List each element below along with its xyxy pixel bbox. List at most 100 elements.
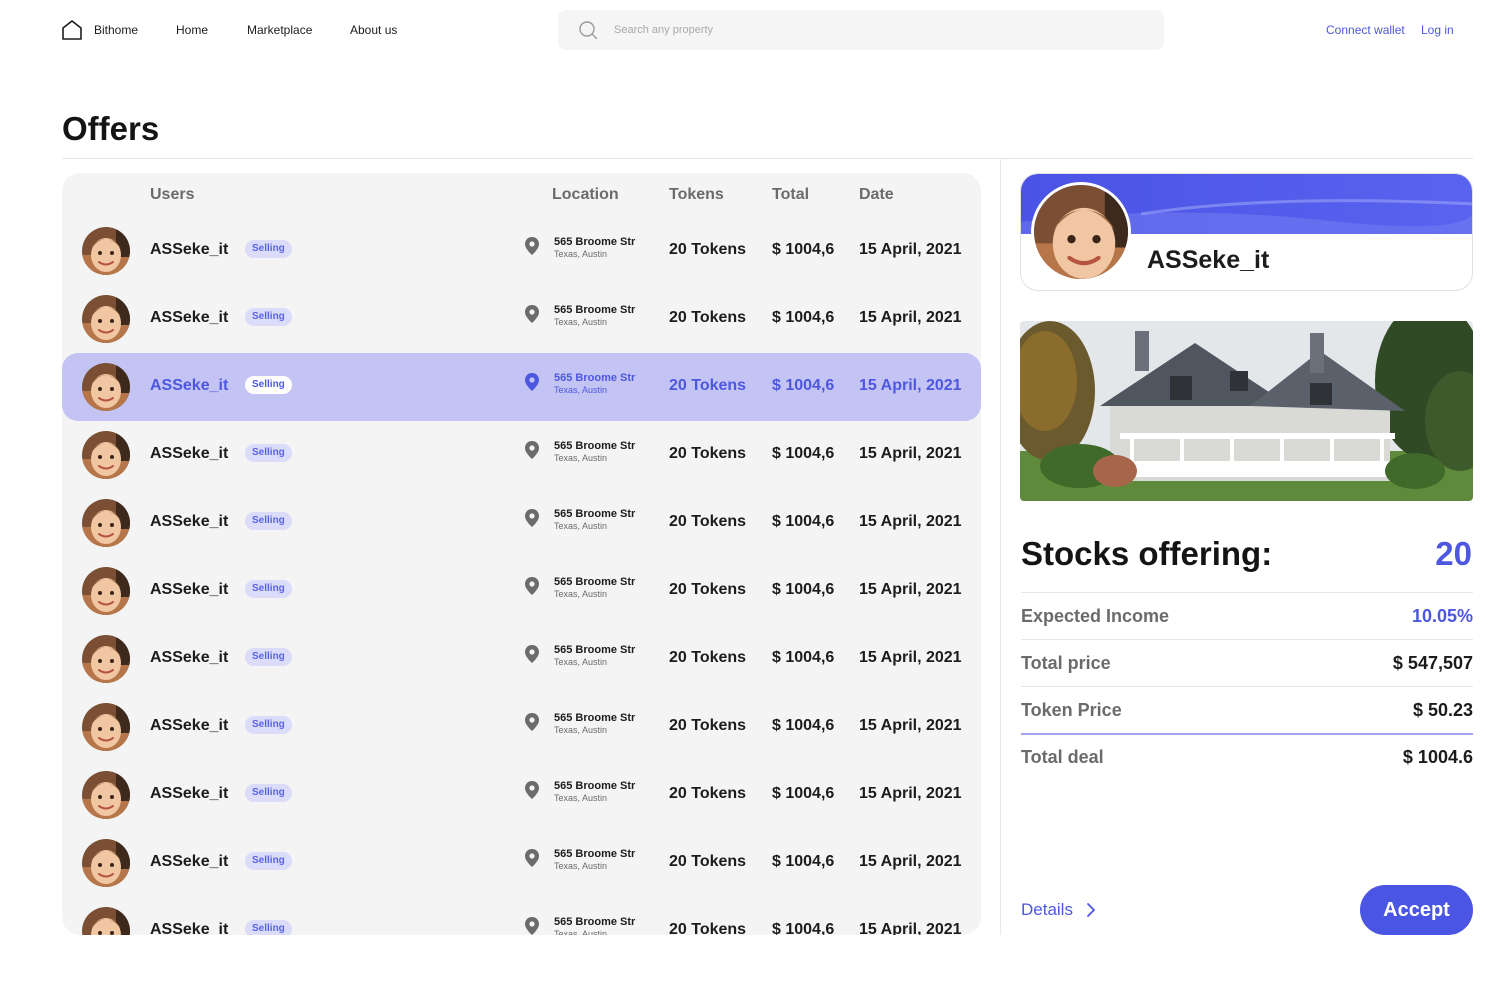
avatar	[82, 363, 130, 411]
table-row[interactable]: ASSeke_it Selling 565 Broome Str Texas, …	[62, 489, 981, 557]
location-street: 565 Broome Str	[554, 712, 636, 724]
offer-date: 15 April, 2021	[859, 581, 962, 598]
details-link[interactable]: Details	[1021, 900, 1073, 920]
table-row[interactable]: ASSeke_it Selling 565 Broome Str Texas, …	[62, 625, 981, 693]
location-street: 565 Broome Str	[554, 848, 636, 860]
stocks-offering-label: Stocks offering:	[1021, 535, 1273, 572]
table-row[interactable]: ASSeke_it Selling 565 Broome Str Texas, …	[62, 285, 981, 353]
table-row[interactable]: ASSeke_it Selling 565 Broome Str Texas, …	[62, 557, 981, 625]
divider	[62, 158, 1473, 159]
user-name[interactable]: ASSeke_it	[150, 513, 228, 531]
user-name[interactable]: ASSeke_it	[150, 785, 228, 803]
location-street: 565 Broome Str	[554, 644, 636, 656]
location-pin-icon	[525, 305, 539, 323]
token-count: 20 Tokens	[669, 717, 747, 734]
avatar	[82, 635, 130, 683]
token-count: 20 Tokens	[669, 921, 747, 935]
search-input[interactable]	[614, 10, 1134, 50]
profile-avatar	[1031, 182, 1131, 282]
location-city: Texas, Austin	[554, 317, 608, 327]
total-amount: $ 1004,6	[772, 921, 835, 935]
top-nav: Bithome Home Marketplace About us Connec…	[0, 0, 1512, 60]
token-price-label: Token Price	[1021, 700, 1122, 720]
token-count: 20 Tokens	[669, 513, 747, 530]
vertical-divider	[1000, 158, 1001, 935]
token-count: 20 Tokens	[669, 241, 747, 258]
total-amount: $ 1004,6	[772, 445, 835, 462]
offer-date: 15 April, 2021	[859, 445, 962, 462]
nav-link-about[interactable]: About us	[350, 23, 397, 37]
total-amount: $ 1004,6	[772, 785, 835, 802]
status-badge: Selling	[245, 852, 292, 870]
table-row[interactable]: ASSeke_it Selling 565 Broome Str Texas, …	[62, 693, 981, 761]
status-badge: Selling	[245, 444, 292, 462]
table-row[interactable]: ASSeke_it Selling 565 Broome Str Texas, …	[62, 421, 981, 489]
total-amount: $ 1004,6	[772, 581, 835, 598]
user-name[interactable]: ASSeke_it	[150, 377, 228, 395]
brand-name[interactable]: Bithome	[94, 23, 138, 37]
connect-wallet-link[interactable]: Connect wallet	[1326, 23, 1405, 37]
profile-name: ASSeke_it	[1147, 246, 1270, 274]
offer-date: 15 April, 2021	[859, 717, 962, 734]
table-row[interactable]: ASSeke_it Selling 565 Broome Str Texas, …	[62, 353, 981, 421]
table-row[interactable]: ASSeke_it Selling 565 Broome Str Texas, …	[62, 761, 981, 829]
total-price-value: $ 547,507	[1392, 653, 1473, 673]
login-link[interactable]: Log in	[1421, 23, 1454, 37]
avatar	[82, 567, 130, 615]
total-amount: $ 1004,6	[772, 853, 835, 870]
home-logo-icon[interactable]	[61, 19, 83, 41]
location-city: Texas, Austin	[554, 453, 608, 463]
nav-link-home[interactable]: Home	[176, 23, 208, 37]
header-date: Date	[859, 186, 894, 203]
total-amount: $ 1004,6	[772, 717, 835, 734]
status-badge: Selling	[245, 920, 292, 935]
token-count: 20 Tokens	[669, 649, 747, 666]
location-street: 565 Broome Str	[554, 236, 636, 248]
location-street: 565 Broome Str	[554, 304, 636, 316]
accept-button[interactable]: Accept	[1360, 885, 1473, 935]
user-name[interactable]: ASSeke_it	[150, 853, 228, 871]
total-amount: $ 1004,6	[772, 309, 835, 326]
location-pin-icon	[525, 373, 539, 391]
location-pin-icon	[525, 781, 539, 799]
user-name[interactable]: ASSeke_it	[150, 581, 228, 599]
location-pin-icon	[525, 713, 539, 731]
table-row[interactable]: ASSeke_it Selling 565 Broome Str Texas, …	[62, 217, 981, 285]
total-deal-label: Total deal	[1021, 747, 1104, 767]
status-badge: Selling	[245, 240, 292, 258]
location-city: Texas, Austin	[554, 657, 608, 667]
status-badge: Selling	[245, 308, 292, 326]
divider	[1021, 639, 1473, 640]
location-pin-icon	[525, 849, 539, 867]
user-name[interactable]: ASSeke_it	[150, 309, 228, 327]
chevron-right-icon[interactable]	[1084, 900, 1098, 920]
token-count: 20 Tokens	[669, 785, 747, 802]
status-badge: Selling	[245, 648, 292, 666]
user-name[interactable]: ASSeke_it	[150, 921, 228, 935]
user-name[interactable]: ASSeke_it	[150, 649, 228, 667]
user-name[interactable]: ASSeke_it	[150, 241, 228, 259]
total-deal-value: $ 1004.6	[1402, 747, 1473, 767]
avatar	[82, 771, 130, 819]
search-icon	[579, 21, 598, 40]
divider	[1021, 686, 1473, 687]
divider	[1021, 592, 1473, 593]
user-name[interactable]: ASSeke_it	[150, 717, 228, 735]
offer-date: 15 April, 2021	[859, 513, 962, 530]
token-price-value: $ 50.23	[1412, 700, 1473, 720]
user-name[interactable]: ASSeke_it	[150, 445, 228, 463]
table-row[interactable]: ASSeke_it Selling 565 Broome Str Texas, …	[62, 897, 981, 935]
stocks-offering-value: 20	[1435, 535, 1472, 572]
search-bar[interactable]	[558, 10, 1164, 50]
avatar	[82, 295, 130, 343]
property-image	[1020, 321, 1473, 501]
token-count: 20 Tokens	[669, 445, 747, 462]
avatar	[82, 431, 130, 479]
table-row[interactable]: ASSeke_it Selling 565 Broome Str Texas, …	[62, 829, 981, 897]
total-amount: $ 1004,6	[772, 513, 835, 530]
nav-link-marketplace[interactable]: Marketplace	[247, 23, 312, 37]
location-city: Texas, Austin	[554, 793, 608, 803]
location-pin-icon	[525, 917, 539, 935]
avatar	[82, 227, 130, 275]
location-street: 565 Broome Str	[554, 440, 636, 452]
